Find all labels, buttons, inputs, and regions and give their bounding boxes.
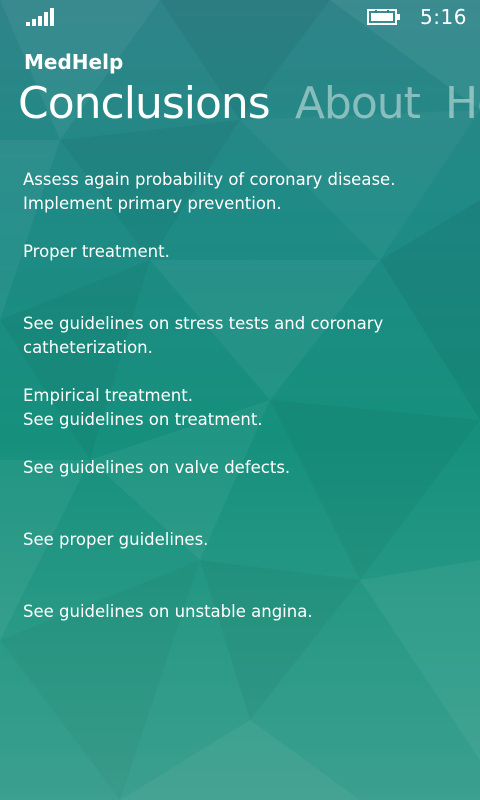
conclusion-item[interactable]: See guidelines on unstable angina.	[23, 600, 463, 648]
conclusion-item[interactable]: Assess again probability of coronary dis…	[23, 168, 463, 216]
conclusion-text: Proper treatment.	[23, 242, 170, 261]
conclusion-text: Assess again probability of coronary dis…	[23, 170, 396, 189]
conclusion-item[interactable]: Empirical treatment. See guidelines on t…	[23, 384, 463, 432]
conclusion-text: Implement primary prevention.	[23, 194, 282, 213]
conclusion-item[interactable]: See guidelines on valve defects.	[23, 456, 463, 504]
conclusion-text: See proper guidelines.	[23, 530, 209, 549]
conclusion-text: Empirical treatment.	[23, 386, 193, 405]
app-title: MedHelp	[24, 50, 124, 74]
conclusion-item[interactable]: Proper treatment.	[23, 240, 463, 288]
conclusion-text: See guidelines on unstable angina.	[23, 602, 313, 621]
clock: 5:16	[420, 5, 467, 29]
pivot-headers: Conclusions About Home	[18, 74, 480, 138]
tab-conclusions[interactable]: Conclusions	[18, 74, 271, 134]
conclusion-text: catheterization.	[23, 338, 153, 357]
conclusion-item[interactable]: See guidelines on stress tests and coron…	[23, 312, 463, 360]
conclusion-text: See guidelines on stress tests and coron…	[23, 314, 384, 333]
conclusion-item[interactable]: See proper guidelines.	[23, 528, 463, 576]
tab-about[interactable]: About	[295, 74, 421, 134]
signal-strength-icon	[26, 8, 54, 26]
status-bar: 5:16	[0, 0, 480, 36]
conclusions-list: Assess again probability of coronary dis…	[23, 168, 463, 672]
conclusion-text: See guidelines on valve defects.	[23, 458, 291, 477]
battery-charging-icon	[367, 9, 400, 25]
conclusion-text: See guidelines on treatment.	[23, 410, 263, 429]
tab-home[interactable]: Home	[445, 74, 480, 134]
